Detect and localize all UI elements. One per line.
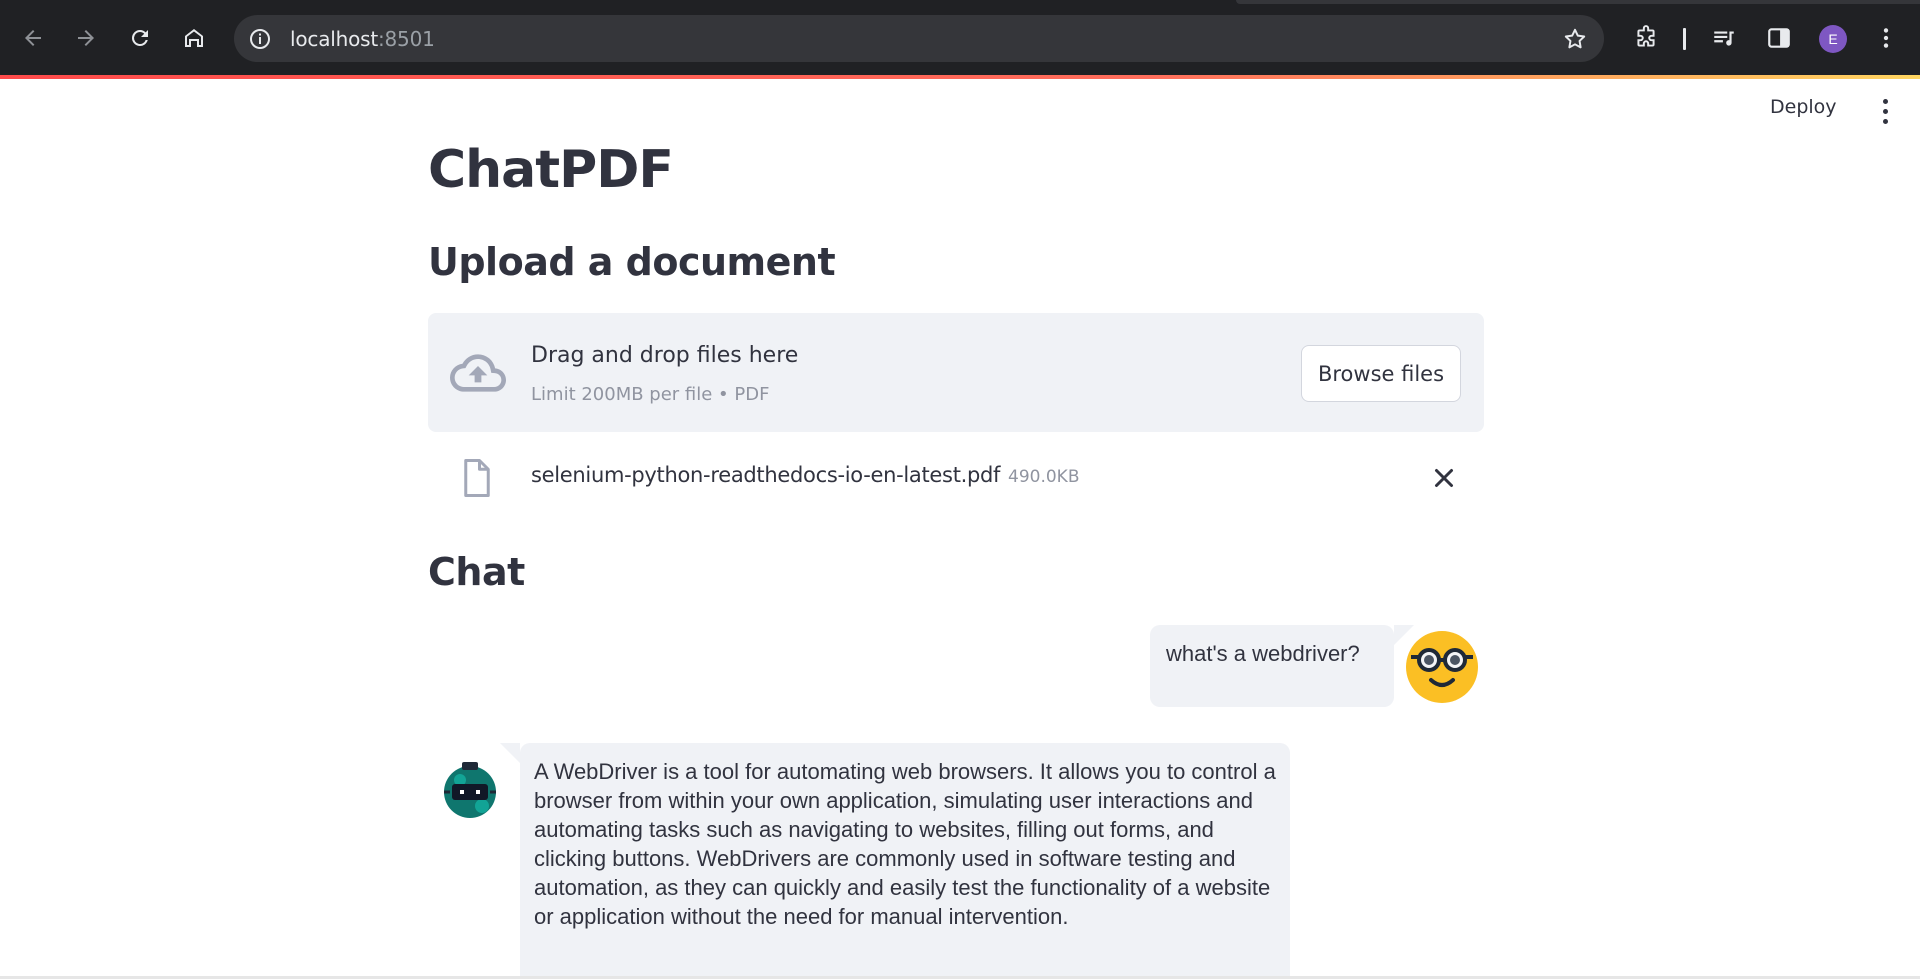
chat-heading: Chat	[428, 550, 525, 594]
uploaded-file-name: selenium-python-readthedocs-io-en-latest…	[531, 463, 1001, 487]
user-message: what's a webdriver?	[1150, 625, 1414, 707]
assistant-message: A WebDriver is a tool for automating web…	[500, 743, 1290, 979]
assistant-bot-avatar	[444, 762, 496, 818]
dropzone-title: Drag and drop files here	[531, 343, 799, 368]
dropzone-limit-text: Limit 200MB per file • PDF	[531, 384, 770, 405]
browser-toolbar: localhost:8501 E	[0, 0, 1920, 75]
extensions-icon[interactable]	[1628, 20, 1664, 56]
uploaded-file-item: selenium-python-readthedocs-io-en-latest…	[428, 450, 1484, 506]
deploy-button[interactable]: Deploy	[1770, 96, 1837, 118]
home-button[interactable]	[176, 20, 212, 56]
remove-file-close-icon[interactable]	[1429, 463, 1459, 493]
chrome-menu-icon[interactable]	[1868, 20, 1904, 56]
app-decoration-bar	[0, 75, 1920, 79]
reload-icon	[132, 30, 148, 46]
site-info-icon[interactable]	[247, 26, 273, 52]
arrow-right-icon	[78, 30, 94, 46]
arrow-left-icon	[25, 30, 41, 46]
tab-strip-edge	[1236, 0, 1920, 4]
cloud-upload-icon	[450, 354, 506, 392]
profile-avatar[interactable]: E	[1819, 25, 1847, 53]
url-host: localhost	[290, 27, 378, 51]
user-avatar-nerd-emoji	[1406, 631, 1478, 703]
file-icon	[464, 459, 490, 497]
address-bar[interactable]: localhost:8501	[234, 15, 1604, 62]
url-text: localhost:8501	[290, 27, 435, 51]
url-port: :8501	[377, 27, 435, 51]
upload-heading: Upload a document	[428, 240, 836, 284]
file-dropzone[interactable]: Drag and drop files here Limit 200MB per…	[428, 313, 1484, 432]
home-icon	[185, 29, 203, 47]
side-panel-icon[interactable]	[1761, 20, 1797, 56]
forward-button[interactable]	[68, 20, 104, 56]
bookmark-star-icon[interactable]	[1562, 26, 1588, 57]
uploaded-file-size: 490.0KB	[1008, 467, 1080, 487]
toolbar-separator	[1683, 28, 1686, 50]
page-title: ChatPDF	[428, 140, 674, 200]
browse-files-button[interactable]: Browse files	[1301, 345, 1461, 402]
media-control-icon[interactable]	[1706, 20, 1742, 56]
back-button[interactable]	[15, 20, 51, 56]
main-menu-icon[interactable]	[1873, 96, 1897, 126]
reload-button[interactable]	[122, 20, 158, 56]
